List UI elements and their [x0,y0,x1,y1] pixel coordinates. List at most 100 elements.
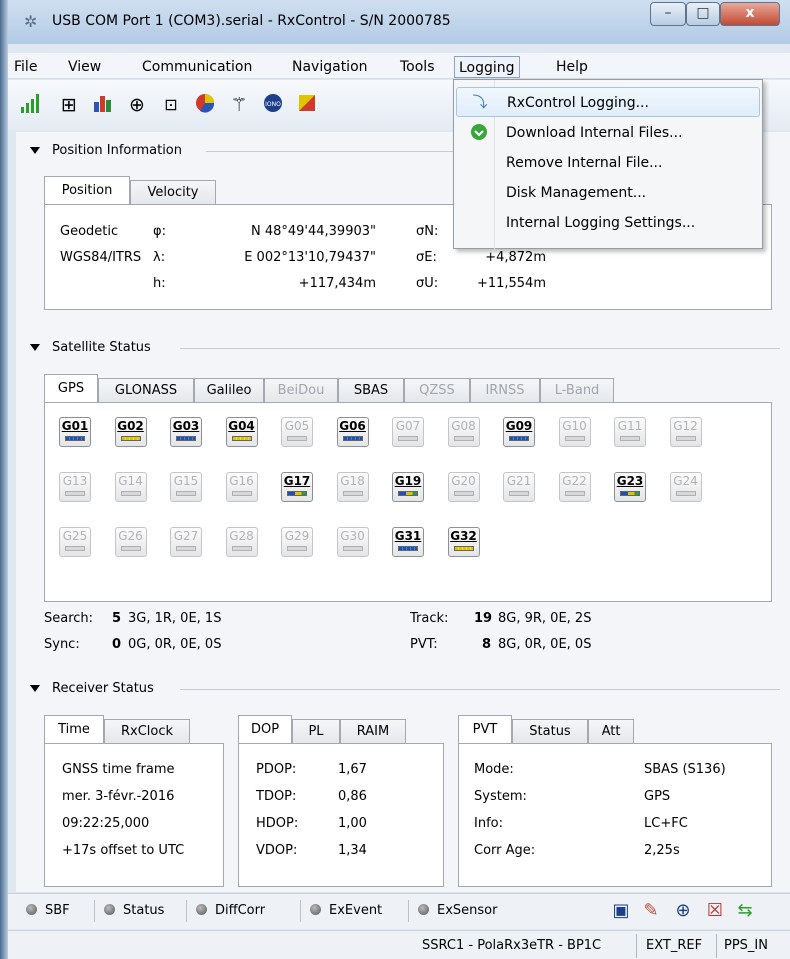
satellite-button[interactable]: G29 [281,527,313,557]
tab-att[interactable]: Att [588,719,634,745]
height-symbol: h: [153,276,166,291]
satellite-button[interactable]: G09 [503,417,535,447]
divider [180,348,780,349]
tab-rxclock[interactable]: RxClock [104,719,190,745]
swap-icon[interactable]: ⇆ [734,900,756,922]
title-bar[interactable]: ✲ USB COM Port 1 (COM3).serial - RxContr… [8,0,790,44]
satellite-button[interactable]: G08 [447,417,480,447]
tab-dop[interactable]: DOP [238,715,292,743]
satellite-button[interactable]: G23 [614,472,646,502]
longitude-value: E 002°13'10,79437" [244,250,376,265]
tab-time[interactable]: Time [44,715,104,743]
status-status[interactable]: Status [104,903,164,918]
internal-logging-settings-item[interactable]: Internal Logging Settings... [456,208,760,238]
minimize-button[interactable]: – [650,2,686,26]
tab-status[interactable]: Status [512,719,588,745]
satellite-button[interactable]: G05 [281,417,313,447]
save-icon[interactable]: ▣ [610,900,632,922]
satellite-section-header[interactable]: Satellite Status [30,340,151,355]
tab-irnss[interactable]: IRNSS [470,378,540,404]
satellite-button[interactable]: G14 [114,472,147,502]
satellite-button[interactable]: G17 [281,472,313,502]
sky-plot-icon[interactable] [294,92,320,118]
satellite-button[interactable]: G24 [669,472,702,502]
satellite-button[interactable]: G02 [114,417,147,447]
edit-icon[interactable]: ✎ [640,900,662,922]
crosshair-icon[interactable]: ⊕ [124,92,150,118]
remove-internal-file-item[interactable]: Remove Internal File... [456,148,760,178]
iono-icon[interactable]: IONO [260,92,286,118]
maximize-button[interactable]: □ [686,2,720,26]
signal-bar [287,436,307,441]
antenna-icon[interactable]: ⚚ [226,92,252,118]
target-icon[interactable]: ⊕ [672,900,694,922]
tab-gps[interactable]: GPS [44,374,98,402]
logging-menu: ⤵ RxControl Logging... Download Internal … [453,79,763,250]
tab-position[interactable]: Position [44,176,130,204]
position-section-header[interactable]: Position Information [30,143,182,158]
tab-qzss[interactable]: QZSS [404,378,470,404]
satellite-button[interactable]: G28 [225,527,258,557]
pdop-label: PDOP: [256,762,297,777]
satellite-button[interactable]: G25 [59,527,91,557]
status-diffcorr[interactable]: DiffCorr [196,903,265,918]
satellite-button[interactable]: G22 [558,472,591,502]
satellite-button[interactable]: G16 [225,472,258,502]
disk-management-item[interactable]: Disk Management... [456,178,760,208]
tab-velocity[interactable]: Velocity [130,180,216,206]
menu-navigation[interactable]: Navigation [288,56,372,78]
status-exsensor[interactable]: ExSensor [418,903,497,918]
menu-help[interactable]: Help [552,56,592,78]
tab-beidou[interactable]: BeiDou [264,378,338,404]
signal-bar [120,436,141,441]
satellite-button[interactable]: G19 [392,472,424,502]
satellite-button[interactable]: G21 [503,472,535,502]
divider [180,689,780,690]
menu-tools[interactable]: Tools [396,56,439,78]
satellite-id: G31 [394,529,422,543]
satellite-button[interactable]: G26 [114,527,147,557]
satellite-button[interactable]: G12 [669,417,702,447]
menu-communication[interactable]: Communication [138,56,256,78]
receiver-section-header[interactable]: Receiver Status [30,681,154,696]
tab-pvt[interactable]: PVT [458,715,512,743]
satellite-button[interactable]: G32 [447,527,480,557]
satellite-button[interactable]: G30 [336,527,369,557]
satellite-button[interactable]: G20 [447,472,480,502]
satellite-button[interactable]: G11 [614,417,646,447]
tab-galileo[interactable]: Galileo [194,378,264,404]
signal-strength-icon[interactable] [18,92,44,118]
bar-chart-icon[interactable] [90,92,116,118]
status-exevent[interactable]: ExEvent [310,903,382,918]
satellite-button[interactable]: G03 [170,417,202,447]
satellite-button[interactable]: G15 [170,472,202,502]
tab-sbas[interactable]: SBAS [338,378,404,404]
satellite-button[interactable]: G07 [392,417,424,447]
satellite-button[interactable]: G13 [59,472,91,502]
menu-view[interactable]: View [64,56,105,78]
mode-label: Mode: [474,762,514,777]
satellite-button[interactable]: G31 [392,527,424,557]
corr-age-value: 2,25s [644,843,680,858]
menu-file[interactable]: File [10,56,41,78]
cancel-icon[interactable]: ☒ [704,900,726,922]
satellite-button[interactable]: G18 [336,472,369,502]
pie-chart-icon[interactable] [192,92,218,118]
tab-l-band[interactable]: L-Band [540,378,614,404]
satellite-button[interactable]: G06 [336,417,369,447]
status-sbf[interactable]: SBF [26,903,70,918]
lon-symbol: λ: [153,250,166,265]
satellite-button[interactable]: G27 [170,527,202,557]
plus-box-icon[interactable]: ⊡ [158,92,184,118]
tab-raim[interactable]: RAIM [340,719,406,745]
grid-icon[interactable]: ⊞ [56,92,82,118]
satellite-button[interactable]: G10 [558,417,591,447]
menu-logging[interactable]: Logging [454,56,520,78]
tab-glonass[interactable]: GLONASS [98,378,194,404]
close-button[interactable]: x [720,2,780,26]
rxcontrol-logging-item[interactable]: ⤵ RxControl Logging... [456,87,760,117]
download-internal-files-item[interactable]: Download Internal Files... [456,118,760,148]
satellite-button[interactable]: G01 [59,417,91,447]
tab-pl[interactable]: PL [292,719,340,745]
satellite-button[interactable]: G04 [225,417,258,447]
